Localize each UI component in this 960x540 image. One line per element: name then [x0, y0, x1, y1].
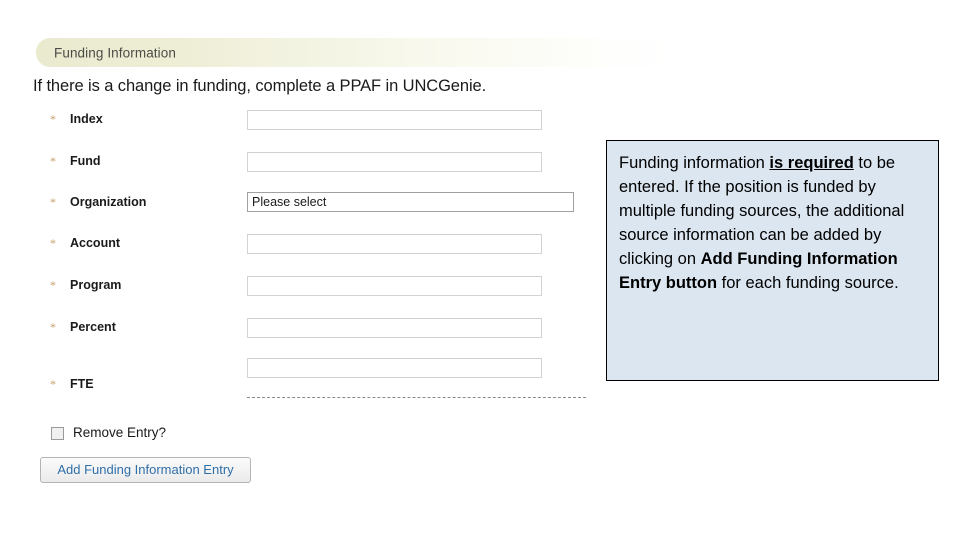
account-input[interactable] [247, 234, 542, 254]
form-row-index: * Index [0, 110, 600, 140]
funding-form: * Index * Fund * Organization Please sel… [0, 0, 600, 483]
form-row-program: * Program [0, 276, 600, 306]
required-asterisk-icon: * [50, 236, 56, 250]
funding-information-page: Funding Information If there is a change… [0, 0, 960, 540]
required-asterisk-icon: * [50, 320, 56, 334]
required-asterisk-icon: * [50, 195, 56, 209]
form-row-organization: * Organization Please select [0, 192, 600, 223]
field-label-fte: FTE [70, 377, 94, 391]
field-label-percent: Percent [70, 320, 116, 334]
required-asterisk-icon: * [50, 154, 56, 168]
fund-input[interactable] [247, 152, 542, 172]
required-asterisk-icon: * [50, 112, 56, 126]
callout-text: Funding information is required to be en… [619, 154, 905, 292]
section-divider [247, 397, 586, 398]
remove-entry-checkbox[interactable] [51, 426, 64, 440]
form-row-account: * Account [0, 234, 600, 264]
field-label-index: Index [70, 112, 103, 126]
index-input[interactable] [247, 110, 542, 130]
field-label-fund: Fund [70, 154, 101, 168]
required-asterisk-icon: * [50, 377, 56, 391]
program-input[interactable] [247, 276, 542, 296]
add-funding-information-entry-button[interactable]: Add Funding Information Entry [40, 457, 251, 483]
field-label-account: Account [70, 236, 120, 250]
remove-entry-label: Remove Entry? [73, 425, 167, 440]
form-row-fund: * Fund [0, 152, 600, 182]
form-row-percent: * Percent [0, 318, 600, 348]
remove-entry-row: Remove Entry? [51, 426, 166, 440]
percent-input[interactable] [247, 318, 542, 338]
form-row-fte: * FTE [0, 358, 600, 391]
fte-input[interactable] [247, 358, 542, 378]
field-label-organization: Organization [70, 195, 147, 209]
required-asterisk-icon: * [50, 278, 56, 292]
organization-select[interactable]: Please select [247, 192, 574, 212]
callout-box: Funding information is required to be en… [606, 140, 939, 381]
field-label-program: Program [70, 278, 122, 292]
